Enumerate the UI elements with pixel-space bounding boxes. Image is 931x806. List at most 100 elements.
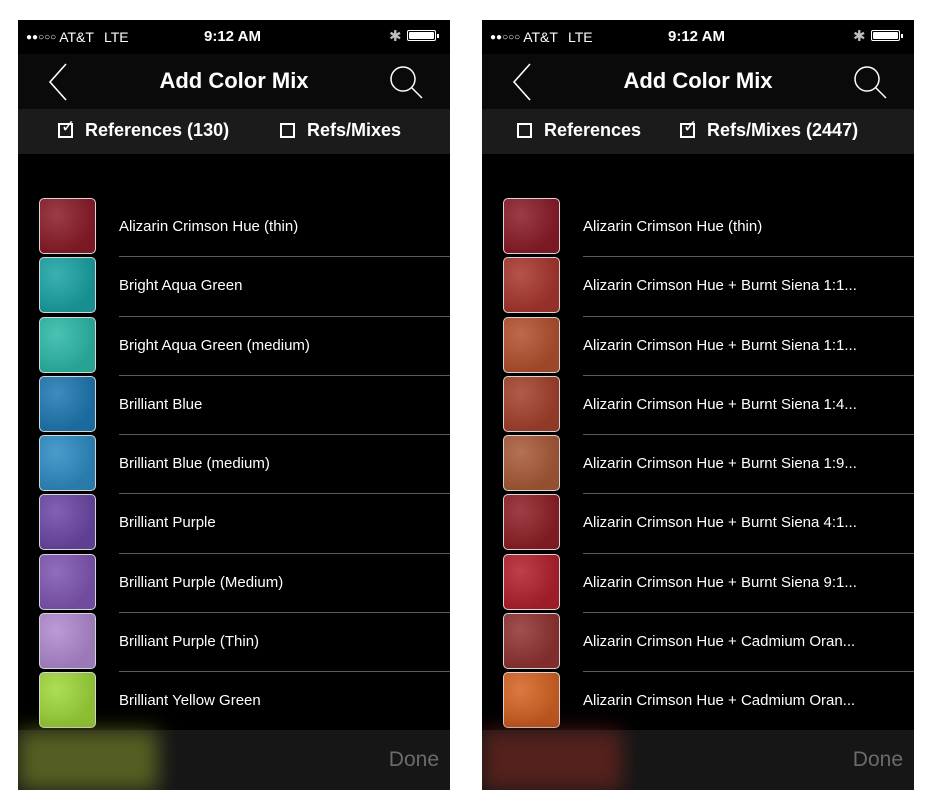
battery-icon: [871, 30, 900, 41]
signal-dots-icon: ●●○○○: [26, 31, 57, 43]
filter-label: References: [544, 120, 642, 140]
color-name: Alizarin Crimson Hue + Burnt Siena 1:9..…: [583, 455, 857, 473]
bluetooth-icon: ✱: [853, 28, 866, 45]
status-bar: ●●○○○ AT&T LTE 9:12 AM ✱: [18, 20, 450, 54]
color-swatch: [39, 494, 96, 551]
battery-fill: [409, 32, 434, 39]
selected-color-preview: [18, 730, 158, 790]
list-item[interactable]: Brilliant Blue: [18, 375, 450, 436]
list-item[interactable]: Brilliant Purple: [18, 494, 450, 554]
list-item[interactable]: Alizarin Crimson Hue + Cadmium Oran...: [482, 613, 914, 673]
color-swatch: [503, 375, 560, 432]
color-name: Alizarin Crimson Hue (thin): [119, 218, 299, 235]
list-item[interactable]: Brilliant Yellow Green: [18, 672, 450, 732]
color-name: Brilliant Purple: [119, 514, 216, 532]
signal-dots-icon: ●●○○○: [490, 31, 521, 43]
status-left: ●●○○○ AT&T LTE: [490, 29, 593, 45]
carrier-label: AT&T: [523, 29, 558, 45]
bottom-toolbar: Done: [18, 730, 450, 790]
color-name: Brilliant Purple (Medium): [119, 573, 284, 591]
color-swatch: [39, 435, 96, 492]
bluetooth-icon: ✱: [389, 28, 402, 45]
color-name: Alizarin Crimson Hue (thin): [583, 218, 763, 235]
battery-fill: [873, 32, 898, 39]
color-swatch: [39, 613, 96, 670]
color-swatch: [503, 435, 560, 492]
color-swatch: [503, 672, 560, 729]
list-item[interactable]: Brilliant Purple (Medium): [18, 553, 450, 614]
color-name: Brilliant Yellow Green: [119, 692, 261, 710]
done-button[interactable]: Done: [853, 748, 903, 772]
color-name: Bright Aqua Green: [119, 277, 243, 295]
color-name: Brilliant Purple (Thin): [119, 633, 260, 651]
status-left: ●●○○○ AT&T LTE: [26, 29, 129, 45]
battery-tip: [901, 34, 903, 38]
status-time: 9:12 AM: [204, 28, 261, 45]
list-item[interactable]: Alizarin Crimson Hue + Burnt Siena 9:1..…: [482, 553, 914, 614]
phone-screen-references: ●●○○○ AT&T LTE 9:12 AM ✱ Add Color Mix ✓ Refere…: [18, 20, 450, 790]
chevron-left-icon: [512, 63, 531, 101]
color-swatch: [503, 613, 560, 670]
list-item[interactable]: Bright Aqua Green: [18, 257, 450, 317]
back-button[interactable]: [46, 60, 74, 104]
list-item[interactable]: Bright Aqua Green (medium): [18, 316, 450, 376]
color-name: Alizarin Crimson Hue + Burnt Siena 9:1..…: [583, 573, 857, 591]
status-time: 9:12 AM: [668, 28, 725, 45]
color-swatch: [39, 553, 96, 610]
bottom-toolbar: Done: [482, 730, 914, 790]
color-swatch: [503, 198, 560, 254]
checkmark-icon: ✓: [683, 117, 698, 136]
filter-option[interactable]: ✓ Refs/Mixes (2447): [680, 118, 859, 141]
done-button[interactable]: Done: [389, 748, 439, 772]
color-name: Bright Aqua Green (medium): [119, 336, 310, 354]
phone-screen-refs-mixes: ●●○○○ AT&T LTE 9:12 AM ✱ Add Color Mix Referen…: [482, 20, 914, 790]
list-item[interactable]: Alizarin Crimson Hue + Burnt Siena 1:4..…: [482, 375, 914, 436]
list-item[interactable]: Alizarin Crimson Hue + Cadmium Oran...: [482, 672, 914, 732]
filter-label: References (130): [85, 120, 230, 140]
filter-label: Refs/Mixes (2447): [707, 120, 859, 140]
list-item[interactable]: Alizarin Crimson Hue + Burnt Siena 1:1..…: [482, 316, 914, 376]
search-button[interactable]: [850, 63, 890, 103]
color-swatch: [503, 316, 560, 373]
checkbox[interactable]: ✓: [680, 118, 697, 138]
list-item[interactable]: Alizarin Crimson Hue (thin): [482, 198, 914, 258]
filter-option[interactable]: Refs/Mixes: [280, 120, 401, 141]
color-name: Alizarin Crimson Hue + Burnt Siena 4:1..…: [583, 514, 857, 532]
color-name: Alizarin Crimson Hue + Burnt Siena 1:4..…: [583, 395, 857, 413]
selected-color-preview: [482, 730, 622, 790]
color-name: Alizarin Crimson Hue + Cadmium Oran...: [583, 633, 856, 651]
list-item[interactable]: Alizarin Crimson Hue + Burnt Siena 1:1..…: [482, 257, 914, 317]
checkbox[interactable]: [517, 123, 532, 138]
color-swatch: [503, 494, 560, 551]
checkbox[interactable]: ✓: [58, 118, 75, 138]
checkbox[interactable]: [280, 123, 295, 138]
battery-tip: [437, 34, 439, 38]
filter-bar: References ✓ Refs/Mixes (2447): [482, 109, 914, 154]
search-icon: [854, 66, 887, 99]
color-swatch: [503, 553, 560, 610]
back-button[interactable]: [510, 60, 538, 104]
color-swatch: [503, 257, 560, 314]
color-swatch: [39, 672, 96, 729]
list-item[interactable]: Alizarin Crimson Hue + Burnt Siena 4:1..…: [482, 494, 914, 554]
search-icon: [390, 66, 423, 99]
color-name: Brilliant Blue: [119, 395, 203, 413]
color-name: Alizarin Crimson Hue + Burnt Siena 1:1..…: [583, 277, 857, 295]
nav-bar: Add Color Mix: [482, 54, 914, 109]
filter-bar: ✓ References (130) Refs/Mixes: [18, 109, 450, 154]
filter-option[interactable]: References: [517, 120, 641, 141]
battery-icon: [407, 30, 436, 41]
filter-option[interactable]: ✓ References (130): [58, 118, 230, 141]
list-item[interactable]: Alizarin Crimson Hue + Burnt Siena 1:9..…: [482, 435, 914, 495]
search-button[interactable]: [386, 63, 426, 103]
color-name: Alizarin Crimson Hue + Burnt Siena 1:1..…: [583, 336, 857, 354]
color-list: Alizarin Crimson Hue (thin) Alizarin Crim…: [482, 198, 914, 732]
color-swatch: [39, 198, 96, 254]
status-bar: ●●○○○ AT&T LTE 9:12 AM ✱: [482, 20, 914, 54]
carrier-label: AT&T: [59, 29, 94, 45]
filter-label: Refs/Mixes: [307, 120, 402, 140]
chevron-left-icon: [48, 63, 67, 101]
list-item[interactable]: Brilliant Purple (Thin): [18, 613, 450, 673]
list-item[interactable]: Alizarin Crimson Hue (thin): [18, 198, 450, 258]
list-item[interactable]: Brilliant Blue (medium): [18, 435, 450, 495]
